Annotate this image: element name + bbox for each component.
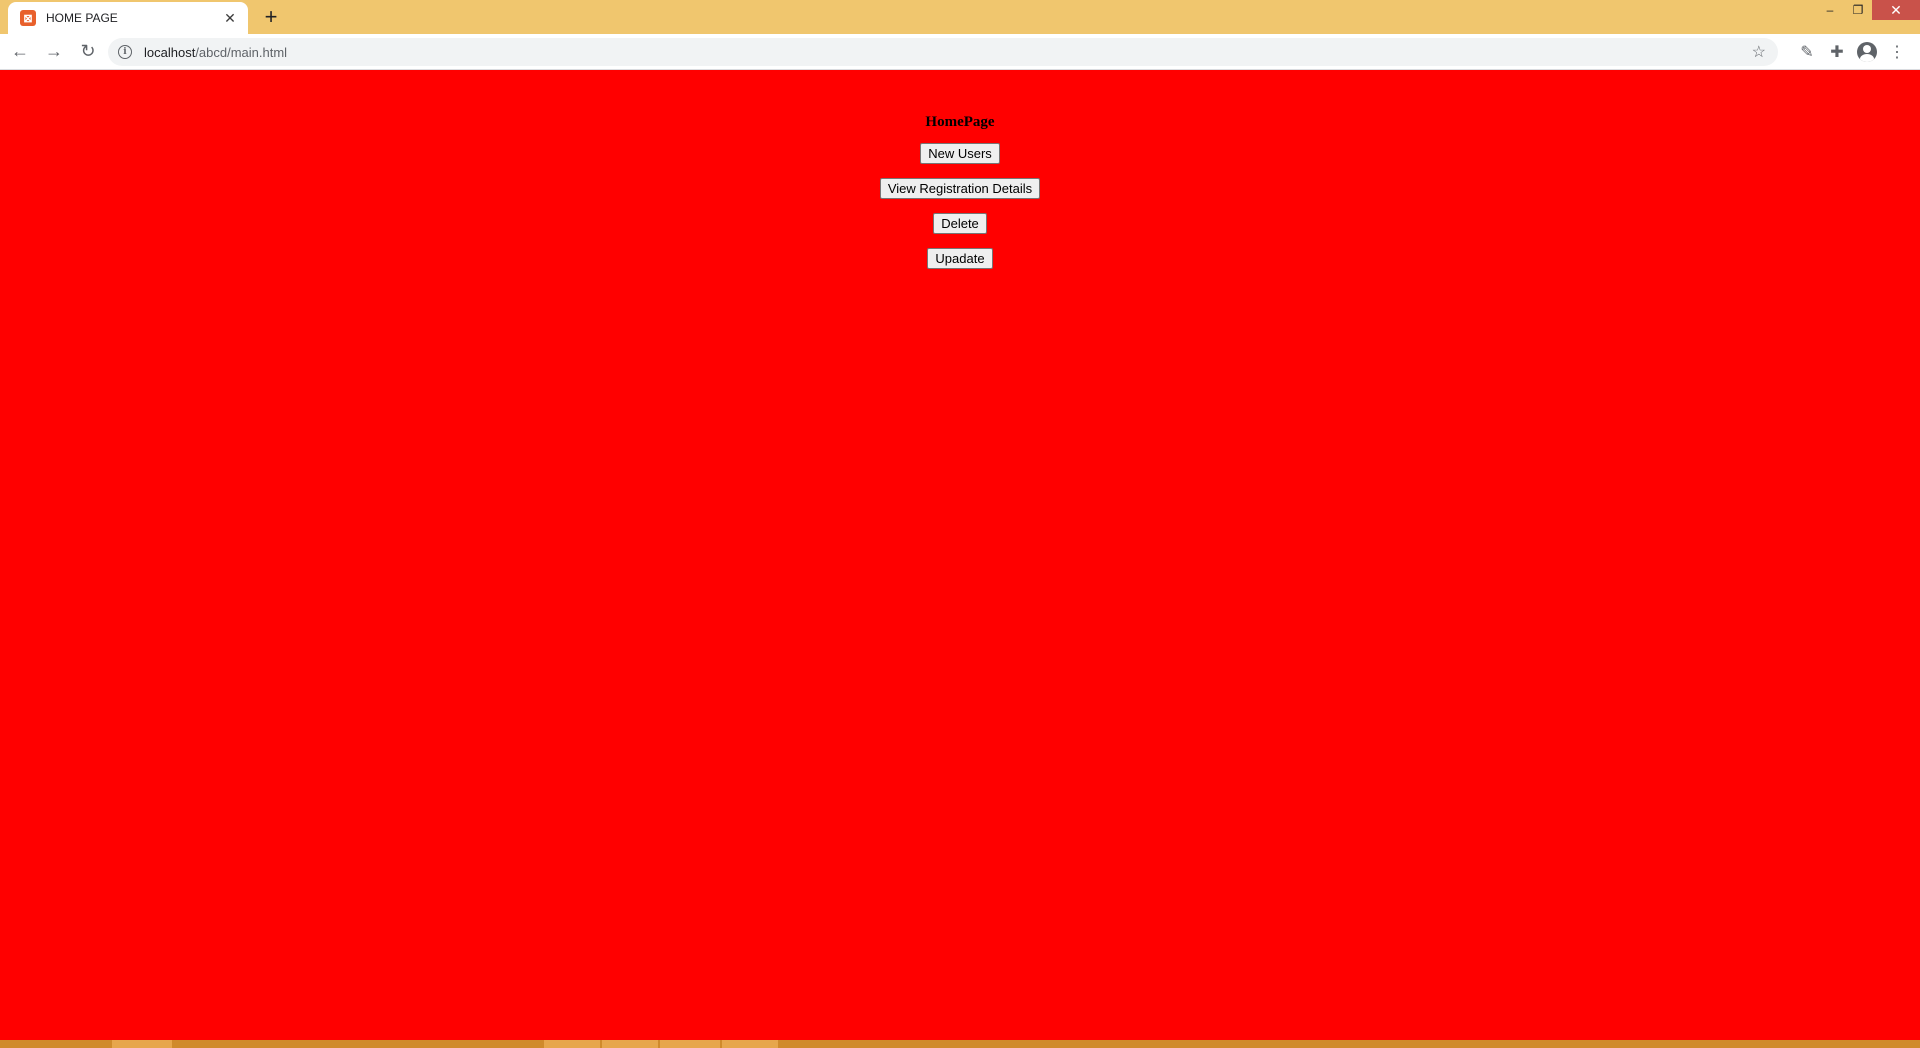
title-bar: ⊠ HOME PAGE ✕ + – ❐ ✕ bbox=[0, 0, 1920, 34]
site-info-icon[interactable]: i bbox=[118, 45, 132, 59]
back-icon[interactable]: ← bbox=[6, 38, 34, 66]
close-tab-icon[interactable]: ✕ bbox=[222, 10, 238, 26]
window-controls: – ❐ ✕ bbox=[1816, 0, 1920, 20]
new-users-button[interactable]: New Users bbox=[920, 143, 1000, 164]
browser-toolbar: ← → ↻ i localhost/abcd/main.html ☆ ✎ ✚ ⋮ bbox=[0, 34, 1920, 70]
delete-button[interactable]: Delete bbox=[933, 213, 987, 234]
url-path: /abcd/main.html bbox=[195, 44, 288, 60]
window-close-icon[interactable]: ✕ bbox=[1872, 0, 1920, 20]
button-row: New Users bbox=[0, 143, 1920, 164]
menu-kebab-icon[interactable]: ⋮ bbox=[1882, 38, 1912, 66]
button-row: View Registration Details bbox=[0, 178, 1920, 199]
puzzle-icon[interactable]: ✚ bbox=[1822, 38, 1852, 66]
xampp-icon: ⊠ bbox=[20, 10, 36, 26]
taskbar-item[interactable] bbox=[602, 1040, 658, 1048]
minimize-icon[interactable]: – bbox=[1816, 0, 1844, 20]
new-tab-button[interactable]: + bbox=[258, 4, 284, 30]
taskbar-item[interactable] bbox=[544, 1040, 600, 1048]
forward-icon[interactable]: → bbox=[40, 38, 68, 66]
button-row: Delete bbox=[0, 213, 1920, 234]
page-heading: HomePage bbox=[925, 114, 995, 130]
restore-icon[interactable]: ❐ bbox=[1844, 0, 1872, 20]
button-row: Upadate bbox=[0, 248, 1920, 269]
update-button[interactable]: Upadate bbox=[927, 248, 993, 269]
reload-icon[interactable]: ↻ bbox=[74, 38, 102, 66]
extension-icon[interactable]: ✎ bbox=[1792, 38, 1822, 66]
toolbar-right: ✎ ✚ ⋮ bbox=[1792, 38, 1912, 66]
taskbar-item[interactable] bbox=[722, 1040, 778, 1048]
tab-title: HOME PAGE bbox=[46, 11, 118, 25]
browser-tab[interactable]: ⊠ HOME PAGE ✕ bbox=[8, 2, 248, 34]
page-content: HomePage New Users View Registration Det… bbox=[0, 70, 1920, 1040]
url-host: localhost bbox=[144, 44, 196, 60]
url-text[interactable]: localhost/abcd/main.html bbox=[144, 45, 287, 60]
view-registration-details-button[interactable]: View Registration Details bbox=[879, 178, 1041, 199]
taskbar-item[interactable] bbox=[112, 1040, 172, 1048]
taskbar bbox=[0, 1040, 1920, 1048]
bookmark-star-icon[interactable]: ☆ bbox=[1752, 42, 1766, 62]
profile-icon[interactable] bbox=[1852, 38, 1882, 66]
taskbar-item[interactable] bbox=[660, 1040, 720, 1048]
address-bar[interactable]: i localhost/abcd/main.html ☆ bbox=[108, 38, 1778, 66]
avatar bbox=[1857, 42, 1877, 62]
